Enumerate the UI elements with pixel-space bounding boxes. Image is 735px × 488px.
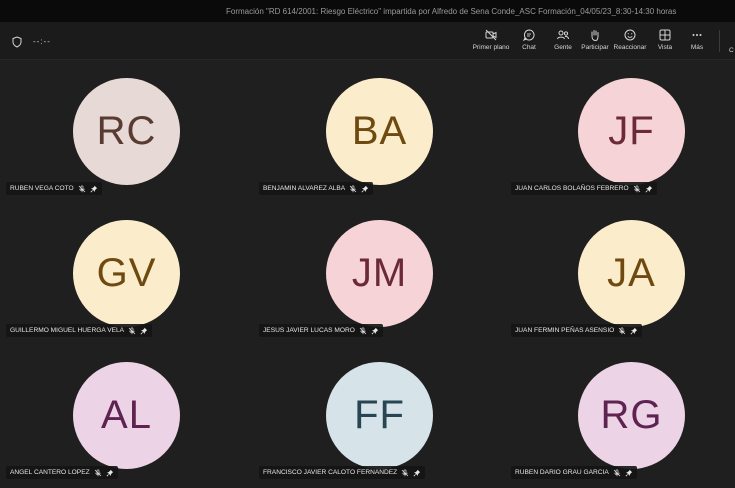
- participant-name: RUBEN DARIO GRAU GARCIA: [515, 469, 609, 476]
- participant-name: RUBEN VEGA COTO: [10, 185, 74, 192]
- toolbar-divider: [719, 30, 720, 52]
- mic-off-icon: [633, 184, 641, 193]
- mic-off-icon: [359, 326, 367, 335]
- meeting-title: Formación "RD 614/2001: Riesgo Eléctrico…: [226, 7, 677, 16]
- participant-grid: RC RUBEN VEGA COTO BA BENJAMIN ALVAREZ ALBA…: [0, 60, 735, 488]
- participant-tile[interactable]: JA JUAN FERMIN PEÑAS ASENSIO: [505, 202, 735, 344]
- participant-nameplate: JESUS JAVIER LUCAS MORO: [259, 324, 383, 337]
- participant-nameplate: GUILLERMO MIGUEL HUERGA VELA: [6, 324, 153, 337]
- pin-icon[interactable]: [625, 469, 633, 477]
- participant-tile[interactable]: BA BENJAMIN ALVAREZ ALBA: [253, 60, 498, 202]
- participant-name: JUAN CARLOS BOLAÑOS FEBRERO: [515, 185, 629, 192]
- participar-button[interactable]: Participar: [580, 26, 610, 56]
- smiley-icon: [624, 29, 636, 41]
- participant-avatar: JF: [578, 78, 685, 185]
- chat-button[interactable]: Chat: [516, 26, 542, 56]
- primer-plano-button[interactable]: Primer plano: [472, 26, 510, 56]
- people-icon: [557, 30, 569, 40]
- reaccionar-button[interactable]: Reaccionar: [613, 26, 647, 56]
- mic-off-icon: [94, 468, 102, 477]
- pin-icon[interactable]: [371, 327, 379, 335]
- participant-nameplate: JUAN CARLOS BOLAÑOS FEBRERO: [511, 182, 657, 195]
- participant-avatar: RC: [73, 78, 180, 185]
- participant-name: JESUS JAVIER LUCAS MORO: [263, 327, 355, 334]
- participar-label: Participar: [581, 44, 609, 51]
- participant-tile[interactable]: JM JESUS JAVIER LUCAS MORO: [253, 202, 498, 344]
- camera-off-icon: [485, 29, 497, 41]
- participant-avatar: RG: [578, 362, 685, 469]
- mic-off-icon: [613, 468, 621, 477]
- participant-avatar: BA: [326, 78, 433, 185]
- more-icon: [692, 34, 702, 36]
- participant-nameplate: JUAN FERMIN PEÑAS ASENSIO: [511, 324, 643, 337]
- primer-plano-label: Primer plano: [472, 44, 510, 51]
- participant-name: GUILLERMO MIGUEL HUERGA VELA: [10, 327, 125, 334]
- chat-icon: [522, 29, 535, 41]
- mic-off-icon: [349, 184, 357, 193]
- participant-name: JUAN FERMIN PEÑAS ASENSIO: [515, 327, 615, 334]
- chat-label: Chat: [522, 44, 536, 51]
- participant-nameplate: RUBEN DARIO GRAU GARCIA: [511, 466, 637, 479]
- pin-icon[interactable]: [140, 327, 148, 335]
- participant-tile[interactable]: RC RUBEN VEGA COTO: [0, 60, 245, 202]
- raise-hand-icon: [591, 30, 599, 42]
- gente-label: Gente: [554, 44, 572, 51]
- title-bar: Formación "RD 614/2001: Riesgo Eléctrico…: [0, 0, 735, 22]
- participant-tile[interactable]: RG RUBEN DARIO GRAU GARCIA: [505, 344, 735, 486]
- pin-icon[interactable]: [645, 185, 653, 193]
- mic-off-icon: [128, 326, 136, 335]
- mic-off-icon: [78, 184, 86, 193]
- participant-name: FRANCISCO JAVIER CALOTO FERNANDEZ: [263, 469, 398, 476]
- reaccionar-label: Reaccionar: [613, 44, 647, 51]
- participant-name: BENJAMIN ALVAREZ ALBA: [263, 185, 346, 192]
- participant-tile[interactable]: FF FRANCISCO JAVIER CALOTO FERNANDEZ: [253, 344, 498, 486]
- participant-nameplate: RUBEN VEGA COTO: [6, 182, 102, 195]
- grid-view-icon: [659, 29, 671, 41]
- participant-avatar: GV: [73, 220, 180, 327]
- mic-off-icon: [618, 326, 626, 335]
- meeting-toolbar: --:-- Primer plano Chat Gente Participar…: [0, 22, 735, 60]
- meeting-timer: --:--: [33, 37, 51, 46]
- pin-icon[interactable]: [630, 327, 638, 335]
- participant-tile[interactable]: AL ANGEL CANTERO LOPEZ: [0, 344, 245, 486]
- vista-label: Vista: [657, 44, 673, 51]
- mic-off-icon: [401, 468, 409, 477]
- pin-icon[interactable]: [90, 185, 98, 193]
- participant-name: ANGEL CANTERO LOPEZ: [10, 469, 90, 476]
- pin-icon[interactable]: [413, 469, 421, 477]
- vista-button[interactable]: Vista: [652, 26, 678, 56]
- participant-avatar: JA: [578, 220, 685, 327]
- gente-button[interactable]: Gente: [550, 26, 576, 56]
- participant-avatar: AL: [73, 362, 180, 469]
- participant-nameplate: FRANCISCO JAVIER CALOTO FERNANDEZ: [259, 466, 426, 479]
- participant-avatar: FF: [326, 362, 433, 469]
- mas-button[interactable]: Más: [686, 26, 708, 56]
- pin-icon[interactable]: [361, 185, 369, 193]
- participant-nameplate: BENJAMIN ALVAREZ ALBA: [259, 182, 374, 195]
- participant-avatar: JM: [326, 220, 433, 327]
- mas-label: Más: [690, 44, 704, 51]
- participant-tile[interactable]: GV GUILLERMO MIGUEL HUERGA VELA: [0, 202, 245, 344]
- shield-icon[interactable]: [11, 35, 23, 48]
- truncated-button-label[interactable]: C: [729, 47, 734, 54]
- participant-nameplate: ANGEL CANTERO LOPEZ: [6, 466, 118, 479]
- pin-icon[interactable]: [106, 469, 114, 477]
- participant-tile[interactable]: JF JUAN CARLOS BOLAÑOS FEBRERO: [505, 60, 735, 202]
